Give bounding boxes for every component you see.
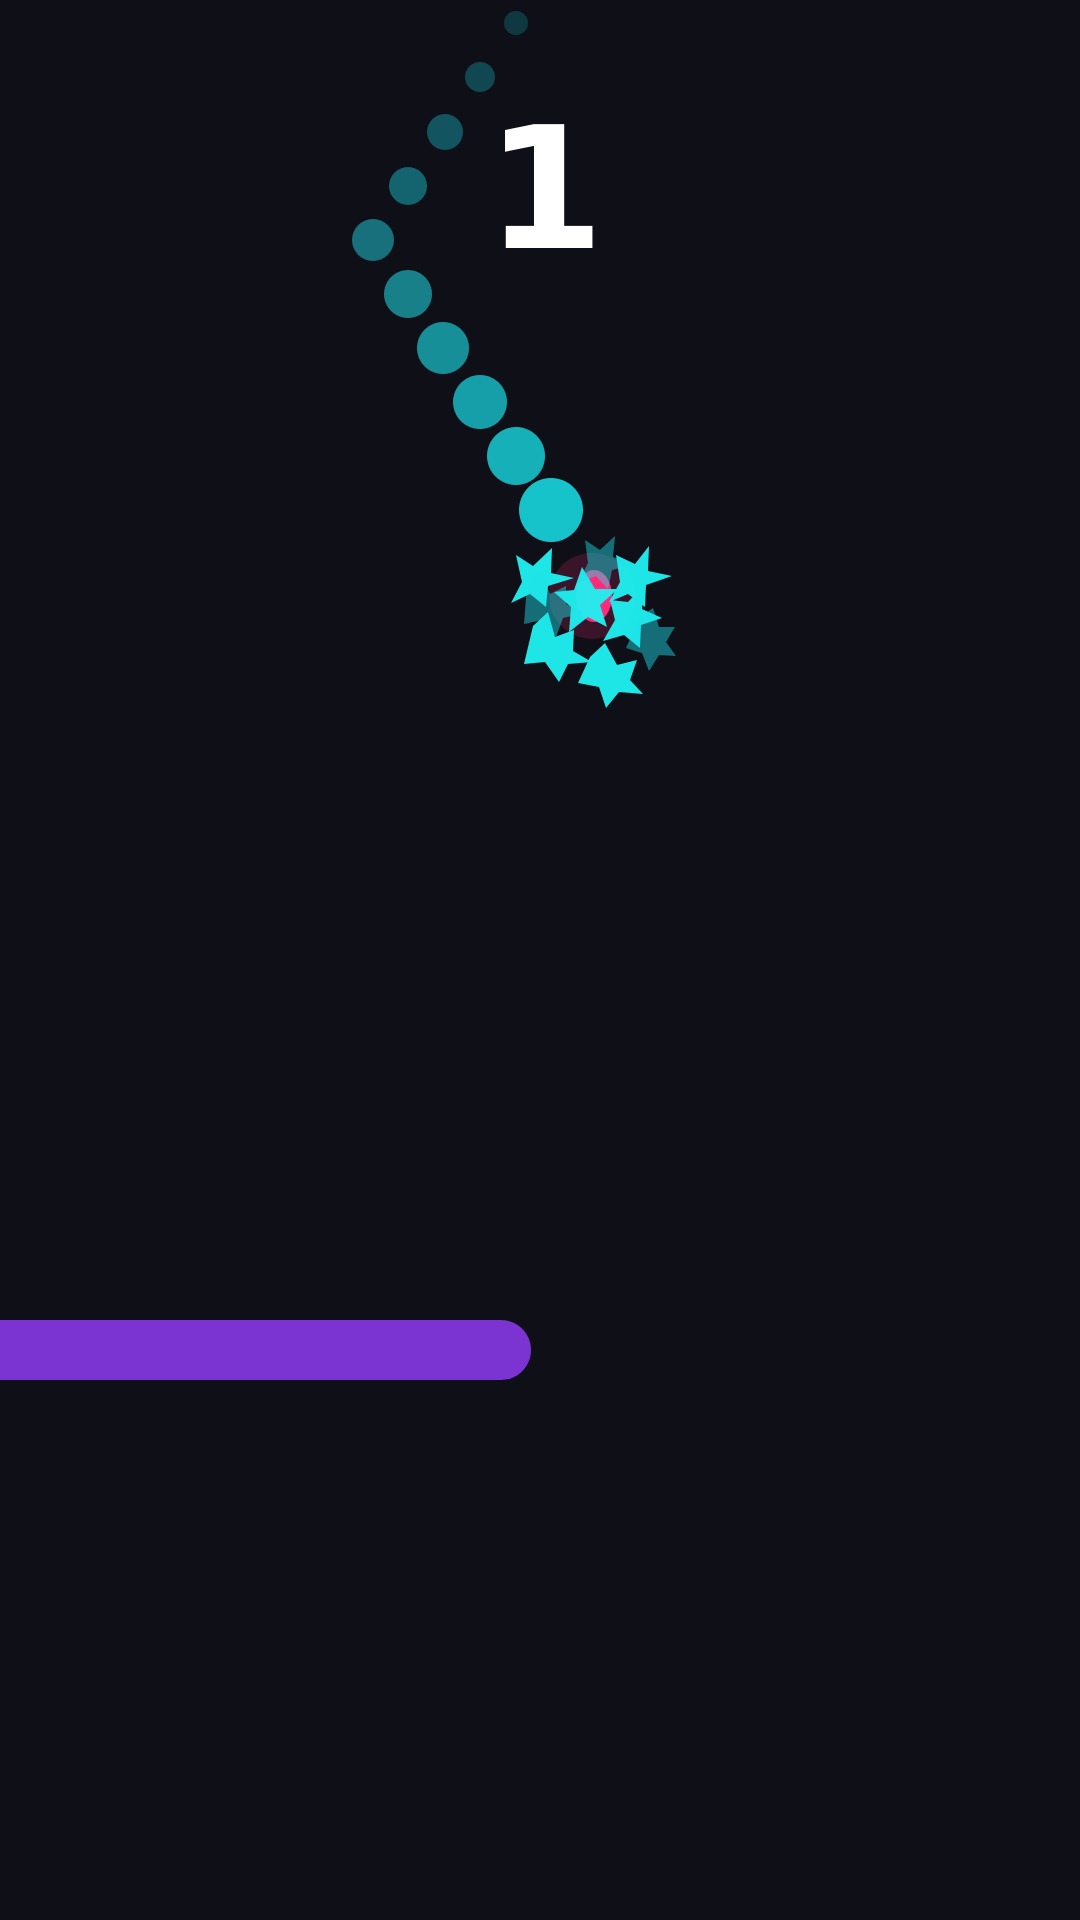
trail-dot: [427, 114, 463, 150]
score-counter: 1: [486, 91, 604, 289]
trail-dot: [487, 427, 545, 485]
trail-dot: [453, 375, 507, 429]
trail-dot: [389, 167, 427, 205]
trail-dot: [417, 322, 469, 374]
trail-dot: [465, 62, 495, 92]
game-canvas[interactable]: 1: [0, 0, 1080, 1920]
game-stage[interactable]: 1: [0, 0, 1080, 1920]
trail-dot: [504, 11, 528, 35]
impact-burst: [511, 536, 676, 708]
trail-dot: [519, 478, 583, 542]
bounce-platform: [0, 1320, 531, 1380]
trail-dot: [352, 219, 394, 261]
trail-dot: [384, 270, 432, 318]
